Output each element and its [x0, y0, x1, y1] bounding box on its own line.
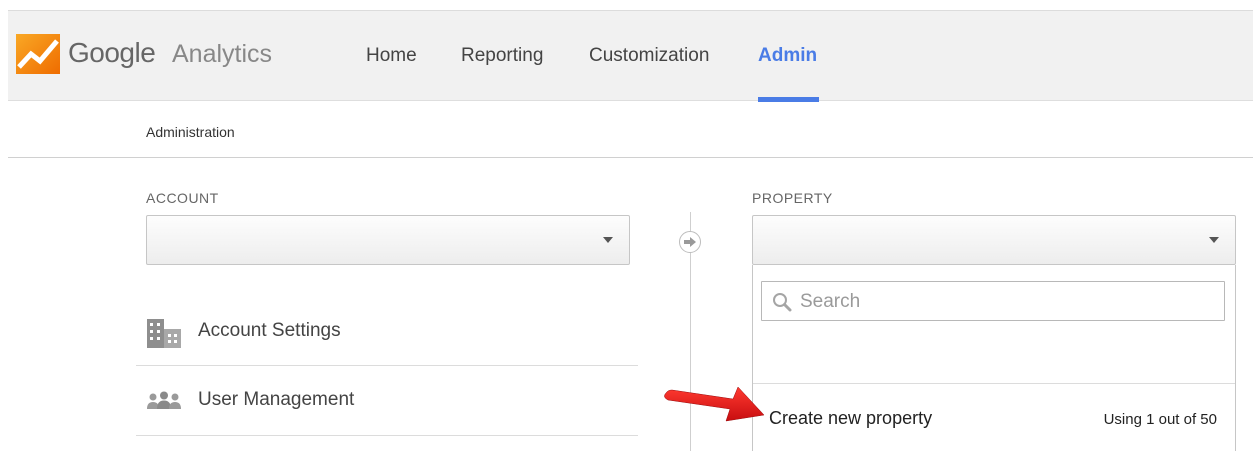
users-icon — [147, 391, 181, 409]
arrow-right-circle-icon — [679, 231, 701, 253]
property-select[interactable] — [752, 215, 1236, 265]
account-label: ACCOUNT — [146, 190, 219, 206]
account-settings-item[interactable]: Account Settings — [136, 298, 638, 368]
nav-home[interactable]: Home — [366, 45, 417, 67]
breadcrumb: Administration — [146, 124, 235, 140]
logo-google-text: Google — [68, 37, 156, 68]
analytics-logo-icon — [16, 34, 60, 74]
account-settings-label: Account Settings — [198, 320, 341, 341]
active-tab-indicator — [758, 97, 819, 102]
annotation-arrow-icon — [664, 386, 765, 422]
nav-reporting[interactable]: Reporting — [461, 45, 543, 67]
top-bar: Google Analytics Home Reporting Customiz… — [8, 10, 1253, 102]
caret-down-icon — [1209, 237, 1219, 243]
search-icon — [773, 293, 792, 312]
nav-customization[interactable]: Customization — [589, 45, 709, 67]
dropdown-divider — [753, 383, 1235, 384]
user-management-label: User Management — [198, 389, 355, 410]
property-usage-text: Using 1 out of 50 — [1103, 411, 1217, 428]
menu-divider — [136, 435, 638, 436]
user-management-item[interactable]: User Management — [136, 367, 638, 437]
menu-divider — [136, 365, 638, 366]
property-label: PROPERTY — [752, 190, 833, 206]
create-new-property-link[interactable]: Create new property — [769, 408, 932, 429]
search-input[interactable] — [798, 288, 1222, 316]
nav-admin[interactable]: Admin — [758, 45, 817, 67]
divider — [8, 157, 1253, 158]
account-select[interactable] — [146, 215, 630, 265]
property-dropdown: Create new property Using 1 out of 50 — [752, 265, 1236, 451]
search-box[interactable] — [761, 281, 1225, 321]
building-icon — [147, 319, 181, 348]
logo-analytics-text: Analytics — [172, 40, 273, 68]
caret-down-icon — [603, 237, 613, 243]
